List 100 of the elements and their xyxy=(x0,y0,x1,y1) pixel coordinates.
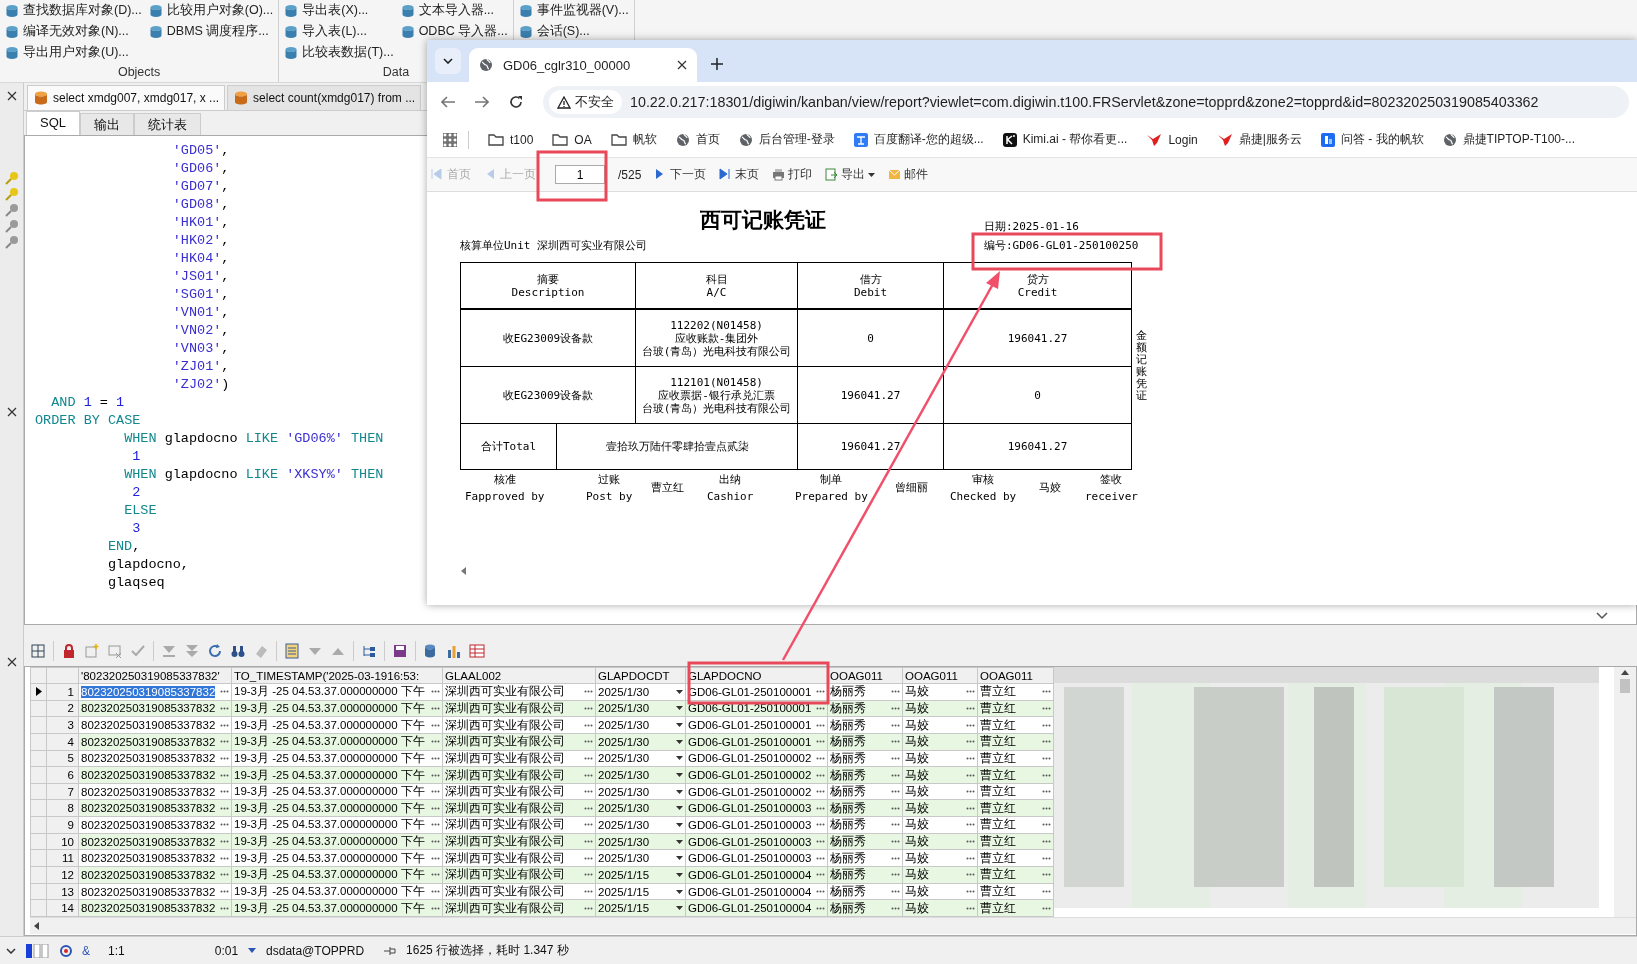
ellipsis-icon[interactable] xyxy=(431,790,440,794)
ellipsis-icon[interactable] xyxy=(1042,890,1051,893)
ellipsis-icon[interactable] xyxy=(584,690,593,694)
ellipsis-icon[interactable] xyxy=(816,690,825,694)
ellipsis-icon[interactable] xyxy=(1042,690,1051,694)
ellipsis-icon[interactable] xyxy=(220,823,229,827)
dropdown-icon[interactable] xyxy=(676,789,683,794)
close-icon[interactable] xyxy=(6,91,17,101)
ellipsis-icon[interactable] xyxy=(431,690,440,694)
scroll-up-icon[interactable] xyxy=(1621,670,1629,675)
ellipsis-icon[interactable] xyxy=(220,740,229,744)
bookmark[interactable]: 鼎捷|服务云 xyxy=(1216,131,1302,148)
ellipsis-icon[interactable] xyxy=(584,890,593,893)
ellipsis-icon[interactable] xyxy=(966,873,975,877)
ellipsis-icon[interactable] xyxy=(220,873,229,877)
ellipsis-icon[interactable] xyxy=(584,790,593,794)
close-icon[interactable] xyxy=(6,657,17,667)
bookmark[interactable]: OA xyxy=(552,132,592,147)
ellipsis-icon[interactable] xyxy=(431,806,440,810)
bookmark[interactable]: Login xyxy=(1146,132,1198,147)
ellipsis-icon[interactable] xyxy=(966,773,975,777)
scrollbar-thumb[interactable] xyxy=(1620,679,1630,693)
toolbar-button[interactable]: 末页 xyxy=(719,166,760,183)
ellipsis-icon[interactable] xyxy=(966,890,975,893)
toolbar-button[interactable]: 打印 xyxy=(772,166,813,183)
ellipsis-icon[interactable] xyxy=(1042,756,1051,760)
dropdown-icon[interactable] xyxy=(676,689,683,694)
editor-tab[interactable]: select count(xmdg017) from ... xyxy=(227,85,422,110)
chevron-down-icon[interactable] xyxy=(1596,612,1608,620)
close-icon[interactable] xyxy=(6,407,17,417)
ellipsis-icon[interactable] xyxy=(816,773,825,777)
editor-subtab[interactable]: 输出 xyxy=(80,113,134,135)
scroll-left-icon[interactable] xyxy=(34,922,39,930)
dropdown-icon[interactable] xyxy=(676,756,683,761)
ellipsis-icon[interactable] xyxy=(431,856,440,860)
editor-tab[interactable]: select xmdg007, xmdg017, x ... xyxy=(27,85,226,110)
ellipsis-icon[interactable] xyxy=(220,706,229,710)
ribbon-item[interactable]: ODBC 导入器... xyxy=(400,21,508,42)
ellipsis-icon[interactable] xyxy=(966,690,975,694)
ellipsis-icon[interactable] xyxy=(431,756,440,760)
ellipsis-icon[interactable] xyxy=(891,873,900,877)
ellipsis-icon[interactable] xyxy=(966,856,975,860)
ellipsis-icon[interactable] xyxy=(891,790,900,794)
ellipsis-icon[interactable] xyxy=(966,823,975,827)
ellipsis-icon[interactable] xyxy=(584,906,593,910)
ellipsis-icon[interactable] xyxy=(891,856,900,860)
ellipsis-icon[interactable] xyxy=(220,856,229,860)
bookmark[interactable]: 首页 xyxy=(675,131,720,148)
bookmark[interactable]: Kimi.ai - 帮你看更... xyxy=(1002,131,1128,148)
close-tab-icon[interactable] xyxy=(677,60,687,70)
ellipsis-icon[interactable] xyxy=(966,723,975,727)
check-icon[interactable] xyxy=(130,643,146,659)
ellipsis-icon[interactable] xyxy=(891,740,900,744)
dropdown-icon[interactable] xyxy=(676,839,683,844)
ellipsis-icon[interactable] xyxy=(1042,906,1051,910)
table-icon[interactable] xyxy=(469,643,485,659)
ellipsis-icon[interactable] xyxy=(584,756,593,760)
ellipsis-icon[interactable] xyxy=(431,723,440,727)
bookmark[interactable]: 问答 - 我的帆软 xyxy=(1320,131,1424,148)
binoculars-icon[interactable] xyxy=(230,643,246,659)
toolbar-button[interactable]: 邮件 xyxy=(888,166,929,183)
ellipsis-icon[interactable] xyxy=(220,773,229,777)
ellipsis-icon[interactable] xyxy=(966,840,975,844)
ribbon-item[interactable]: 比较用户对象(O)... xyxy=(148,0,274,21)
toolbar-button[interactable]: 导出 xyxy=(825,166,876,183)
ellipsis-icon[interactable] xyxy=(220,906,229,910)
ellipsis-icon[interactable] xyxy=(431,740,440,744)
ellipsis-icon[interactable] xyxy=(966,790,975,794)
ellipsis-icon[interactable] xyxy=(891,806,900,810)
ellipsis-icon[interactable] xyxy=(220,840,229,844)
ellipsis-icon[interactable] xyxy=(891,890,900,893)
dropdown-icon[interactable] xyxy=(676,872,683,877)
chevron-down-icon[interactable] xyxy=(6,947,16,954)
ellipsis-icon[interactable] xyxy=(431,706,440,710)
ellipsis-icon[interactable] xyxy=(220,806,229,810)
ellipsis-icon[interactable] xyxy=(1042,706,1051,710)
ellipsis-icon[interactable] xyxy=(1042,790,1051,794)
ellipsis-icon[interactable] xyxy=(816,873,825,877)
security-chip[interactable]: 不安全 xyxy=(549,90,622,114)
ellipsis-icon[interactable] xyxy=(1042,806,1051,810)
toolbar-button[interactable]: 下一页 xyxy=(654,166,707,183)
tab-list-button[interactable] xyxy=(435,48,461,74)
dropdown-icon[interactable] xyxy=(676,723,683,728)
ellipsis-icon[interactable] xyxy=(816,823,825,827)
ellipsis-icon[interactable] xyxy=(431,823,440,827)
ellipsis-icon[interactable] xyxy=(966,740,975,744)
dropdown-icon[interactable] xyxy=(676,806,683,811)
lock-icon[interactable] xyxy=(61,643,77,659)
ellipsis-icon[interactable] xyxy=(1042,856,1051,860)
form-icon[interactable] xyxy=(284,643,300,659)
ellipsis-icon[interactable] xyxy=(891,756,900,760)
ellipsis-icon[interactable] xyxy=(584,723,593,727)
bookmark[interactable]: t100 xyxy=(488,132,534,147)
ellipsis-icon[interactable] xyxy=(1042,823,1051,827)
scroll-left-icon[interactable] xyxy=(461,567,466,575)
ellipsis-icon[interactable] xyxy=(431,890,440,893)
ellipsis-icon[interactable] xyxy=(966,906,975,910)
ribbon-item[interactable]: 编译无效对象(N)... xyxy=(5,21,142,42)
ellipsis-icon[interactable] xyxy=(1042,773,1051,777)
ellipsis-icon[interactable] xyxy=(584,740,593,744)
